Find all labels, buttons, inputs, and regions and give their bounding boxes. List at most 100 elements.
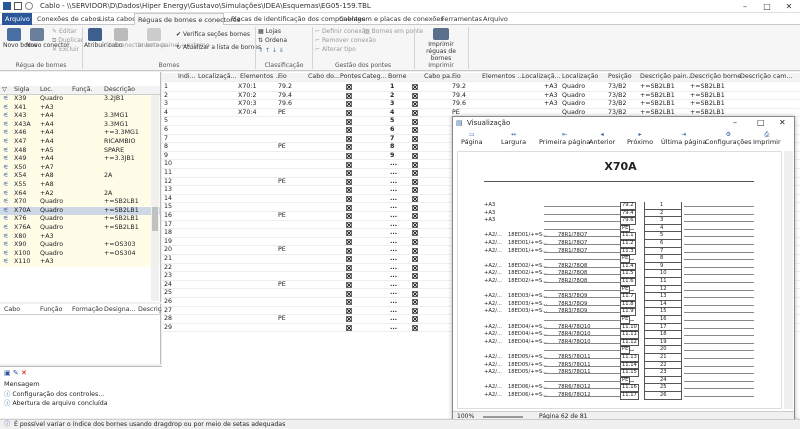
- move-arrows[interactable]: ⇑ ↑ ↓ ⇓: [258, 47, 284, 55]
- strip-row[interactable]: ⚟ X41 +A3: [0, 103, 160, 113]
- preview-button-6[interactable]: ⚙ Configurações: [705, 131, 752, 146]
- save-log-icon[interactable]: ▣: [4, 369, 11, 377]
- preview-button-0[interactable]: ▭ Página: [461, 131, 483, 146]
- bridge-checkbox[interactable]: [412, 325, 418, 332]
- strip-row[interactable]: ⚟ X50 +A7: [0, 163, 160, 173]
- grid-column-header[interactable]: Cabo do...: [308, 73, 340, 82]
- grid-column-header[interactable]: Descrição pain...: [640, 73, 693, 82]
- strip-row[interactable]: ⚟ X110 +A3: [0, 258, 160, 267]
- grid-column-header[interactable]: Localizaçã...: [522, 73, 561, 82]
- grid-column-header[interactable]: Elementos ...: [482, 73, 523, 82]
- strip-row[interactable]: ⚟ X49 +A4 +=3.3JB1: [0, 155, 160, 164]
- novo-borne-button[interactable]: Novo borne: [3, 28, 38, 49]
- grid-column-header[interactable]: Pontes: [340, 73, 361, 82]
- strip-row[interactable]: ⚟ X70 Quadro +=SB2LB1: [0, 198, 160, 207]
- ordena-button[interactable]: ⇅ Ordena: [258, 37, 287, 45]
- grid-row[interactable]: 1 X70:1 79.2 1 79.2 +A3 Quadro 73/B2 +=SB2LB1 +=S…: [162, 83, 800, 92]
- atribuir-cabo-button[interactable]: Atribuir cabo: [84, 28, 123, 49]
- close-button[interactable]: ✕: [778, 0, 800, 13]
- strip-row[interactable]: ⚟ X43 +A4 3.3MG1: [0, 112, 160, 121]
- grid-column-header[interactable]: Descrição cam...: [740, 73, 792, 82]
- bridge-checkbox[interactable]: [412, 213, 418, 220]
- clear-icon[interactable]: ✎: [13, 369, 19, 377]
- bridge-checkbox[interactable]: [346, 264, 352, 271]
- excluir-button[interactable]: ✕ Excluir: [52, 46, 79, 54]
- preview-minimize[interactable]: –: [733, 118, 737, 127]
- bridge-checkbox[interactable]: [346, 316, 352, 323]
- grid-column-header[interactable]: Descrição borne: [690, 73, 741, 82]
- strip-row[interactable]: ⚟ X76A Quadro +=SB2LB1: [0, 224, 160, 233]
- bridge-checkbox[interactable]: [346, 221, 352, 228]
- strip-row[interactable]: ⚟ X46 +A4 +=3.3MG1: [0, 129, 160, 138]
- zoom-slider[interactable]: [483, 416, 523, 418]
- grid-column-header[interactable]: Indi...: [178, 73, 196, 82]
- bridge-checkbox[interactable]: [346, 230, 352, 237]
- bridge-checkbox[interactable]: [346, 299, 352, 306]
- bridge-checkbox[interactable]: [412, 92, 418, 99]
- bridge-checkbox[interactable]: [412, 230, 418, 237]
- bridge-checkbox[interactable]: [346, 178, 352, 185]
- bridge-checkbox[interactable]: [346, 127, 352, 134]
- tab-7[interactable]: Arquivo: [480, 13, 512, 25]
- bridge-checkbox[interactable]: [412, 84, 418, 91]
- bridge-checkbox[interactable]: [412, 101, 418, 108]
- preview-button-2[interactable]: ⇤ Primeira página: [539, 131, 590, 146]
- undo-icon[interactable]: [25, 2, 33, 10]
- tab-4[interactable]: Placas de identificação dos componentes: [228, 13, 365, 25]
- preview-scrollbar[interactable]: [784, 151, 793, 409]
- bridge-checkbox[interactable]: [412, 282, 418, 289]
- grid-column-header[interactable]: Localização: [562, 73, 598, 82]
- bridge-checkbox[interactable]: [412, 247, 418, 254]
- strip-row[interactable]: ⚟ X80 +A3: [0, 232, 160, 242]
- bridge-checkbox[interactable]: [412, 178, 418, 185]
- bridge-checkbox[interactable]: [412, 307, 418, 314]
- desconectar-bornes-button[interactable]: Desconectar bornes: [106, 28, 166, 49]
- bridge-checkbox[interactable]: [412, 118, 418, 125]
- bridge-checkbox[interactable]: [346, 144, 352, 151]
- grid-column-header[interactable]: Fio: [278, 73, 287, 82]
- delete-icon[interactable]: ✕: [21, 369, 27, 377]
- bridge-checkbox[interactable]: [412, 110, 418, 117]
- filter-icon[interactable]: ▽: [2, 86, 7, 95]
- maximize-button[interactable]: □: [756, 0, 778, 13]
- bridge-checkbox[interactable]: [346, 187, 352, 194]
- tab-5[interactable]: Cablagem e placas de conexões: [336, 13, 444, 25]
- bridge-checkbox[interactable]: [412, 144, 418, 151]
- remover-conexao-button[interactable]: ⌐ Remover conexão: [315, 37, 376, 45]
- bridge-checkbox[interactable]: [346, 170, 352, 177]
- preview-maximize[interactable]: □: [757, 118, 765, 127]
- bridge-checkbox[interactable]: [346, 135, 352, 142]
- verifica-secoes-button[interactable]: ✔ Verifica seções bornes: [176, 31, 250, 39]
- strip-row[interactable]: ⚟ X55 +A8: [0, 181, 160, 190]
- tab-2[interactable]: Lista cabos: [96, 13, 135, 25]
- left-scrollbar[interactable]: [151, 95, 159, 301]
- bridge-checkbox[interactable]: [412, 161, 418, 168]
- grid-column-header[interactable]: Borne: [388, 73, 407, 82]
- minimize-button[interactable]: –: [734, 0, 756, 13]
- bridge-checkbox[interactable]: [412, 256, 418, 263]
- bridge-checkbox[interactable]: [346, 247, 352, 254]
- preview-button-7[interactable]: ⎙ Imprimir: [753, 131, 781, 146]
- preview-button-5[interactable]: ⇥ Última página: [661, 131, 706, 146]
- strip-row[interactable]: ⚟ X64 +A2 2A: [0, 189, 160, 199]
- bridge-checkbox[interactable]: [412, 290, 418, 297]
- bridge-checkbox[interactable]: [412, 196, 418, 203]
- duplicar-button[interactable]: ⧉ Duplicar: [52, 37, 83, 45]
- bridge-checkbox[interactable]: [412, 127, 418, 134]
- grid-column-header[interactable]: Categ...: [362, 73, 387, 82]
- bridge-checkbox[interactable]: [346, 84, 352, 91]
- bridge-checkbox[interactable]: [346, 196, 352, 203]
- bridge-checkbox[interactable]: [412, 221, 418, 228]
- bridge-checkbox[interactable]: [412, 153, 418, 160]
- strip-row[interactable]: ⚟ X100 Quadro +=OS304: [0, 249, 160, 259]
- bridge-checkbox[interactable]: [346, 290, 352, 297]
- bridge-checkbox[interactable]: [346, 307, 352, 314]
- alterar-tipo-button[interactable]: ⌐ Alterar tipo: [315, 46, 356, 54]
- bridge-checkbox[interactable]: [412, 299, 418, 306]
- bridge-checkbox[interactable]: [412, 273, 418, 280]
- grid-row[interactable]: 2 X70:2 79.4 2 79.4 +A3 Quadro 73/B2 +=SB2LB1 +=S…: [162, 92, 800, 101]
- bridge-checkbox[interactable]: [346, 213, 352, 220]
- grid-column-header[interactable]: Fio: [452, 73, 461, 82]
- bridge-checkbox[interactable]: [346, 239, 352, 246]
- bridge-checkbox[interactable]: [346, 204, 352, 211]
